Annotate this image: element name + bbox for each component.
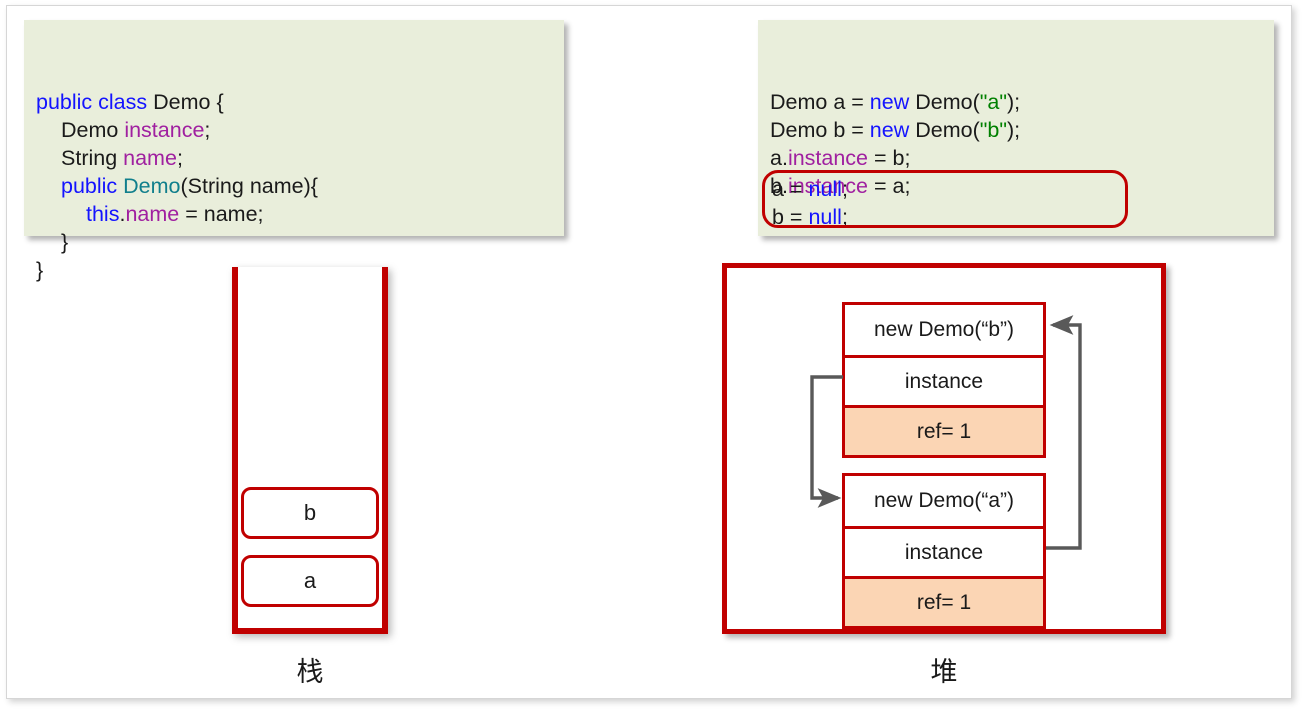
stack-diagram: b a <box>232 267 388 634</box>
class-code-token: name <box>123 146 177 170</box>
null-code-line: a = null; <box>772 175 848 203</box>
class-code-line: String name; <box>36 144 550 172</box>
null-code-token: null <box>808 205 842 229</box>
class-code-token: = name; <box>179 202 264 226</box>
class-code-line: public Demo(String name){ <box>36 172 550 200</box>
usage-code-token: Demo a = <box>770 90 870 114</box>
heap-object-b: new Demo(“b”) instance ref= 1 <box>842 302 1046 458</box>
heap-object-a: new Demo(“a”) instance ref= 1 <box>842 473 1046 629</box>
heap-object-b-title: new Demo(“b”) <box>845 305 1043 355</box>
usage-code-token: ); <box>1006 90 1021 114</box>
stack-frame-b: b <box>241 487 379 539</box>
class-definition-code-lines: public class Demo {Demo instance; String … <box>36 88 550 284</box>
usage-code-line: Demo a = new Demo("a"); <box>770 88 1260 116</box>
usage-code-token: "b" <box>979 118 1007 142</box>
class-code-token: } <box>61 230 69 254</box>
class-code-line: public class Demo { <box>36 88 550 116</box>
null-code-token: a = <box>772 177 809 201</box>
null-code-line: b = null; <box>772 203 848 231</box>
usage-code-token: "a" <box>979 90 1007 114</box>
class-code-token: public <box>61 174 124 198</box>
usage-code-token: new <box>869 90 910 114</box>
heap-object-a-title: new Demo(“a”) <box>845 476 1043 526</box>
heap-object-b-refcount: ref= 1 <box>845 405 1043 455</box>
heap-object-a-instance-field: instance <box>845 526 1043 576</box>
usage-code-token: Demo( <box>909 90 980 114</box>
usage-code-token: new <box>869 118 910 142</box>
class-code-token: ; <box>176 146 183 170</box>
usage-code-token: Demo( <box>909 118 980 142</box>
usage-code-token: = b; <box>868 146 911 170</box>
usage-code-token: = a; <box>868 174 911 198</box>
class-code-token: (String name){ <box>180 174 318 198</box>
stack-frame-a-label: a <box>303 568 317 593</box>
stack-frame-b-label: b <box>303 500 317 525</box>
null-code-token: b = <box>772 205 809 229</box>
class-code-token: ; <box>204 118 211 142</box>
class-code-line: } <box>36 228 550 256</box>
usage-code-token: a. <box>770 146 788 170</box>
usage-code-line: Demo b = new Demo("b"); <box>770 116 1260 144</box>
null-assignment-code-lines: a = null; b = null; <box>772 175 848 231</box>
class-definition-code-panel: public class Demo {Demo instance; String … <box>24 20 564 282</box>
null-code-token: ; <box>841 177 848 201</box>
class-code-line: this.name = name; <box>36 200 550 228</box>
slide-canvas: public class Demo {Demo instance; String … <box>0 0 1306 713</box>
heap-object-b-instance-field: instance <box>845 355 1043 405</box>
class-code-token: instance <box>124 118 205 142</box>
null-code-token: ; <box>841 205 848 229</box>
heap-caption: 堆 <box>930 657 958 688</box>
class-code-token: Demo <box>61 118 125 142</box>
usage-code-token: instance <box>787 146 869 170</box>
usage-code-token: Demo b = <box>770 118 870 142</box>
stack-frame-a: a <box>241 555 379 607</box>
class-code-token: String <box>61 146 124 170</box>
heap-object-a-refcount: ref= 1 <box>845 576 1043 626</box>
class-code-token: this <box>86 202 120 226</box>
null-code-token: null <box>808 177 842 201</box>
stack-caption: 栈 <box>296 657 324 688</box>
usage-code-line: a.instance = b; <box>770 144 1260 172</box>
class-code-token: Demo { <box>147 90 224 114</box>
class-code-line: Demo instance; <box>36 116 550 144</box>
class-code-token: Demo <box>123 174 181 198</box>
class-code-token: public class <box>36 90 148 114</box>
class-code-token: } <box>36 258 44 282</box>
class-code-token: name <box>125 202 180 226</box>
usage-code-token: ); <box>1006 118 1021 142</box>
